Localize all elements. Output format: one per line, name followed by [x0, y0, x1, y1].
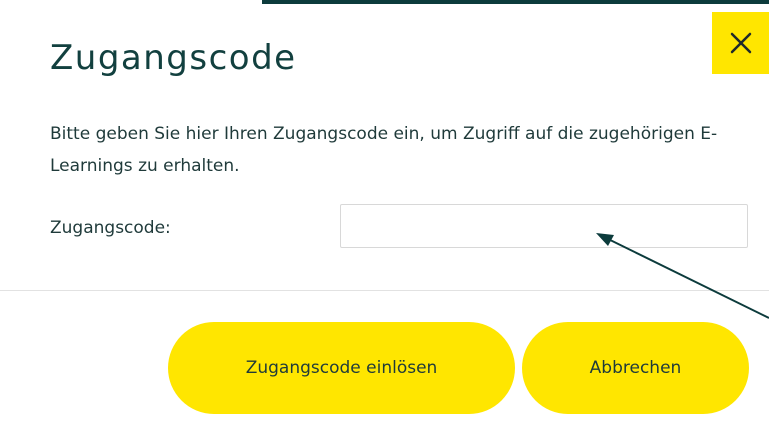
- cancel-button-label: Abbrechen: [589, 358, 682, 378]
- access-code-input[interactable]: [340, 204, 748, 248]
- dialog-description: Bitte geben Sie hier Ihren Zugangscode e…: [50, 124, 718, 176]
- close-button[interactable]: [712, 12, 769, 74]
- redeem-code-button-label: Zugangscode einlösen: [245, 358, 438, 378]
- dialog-title: Zugangscode: [50, 38, 297, 78]
- redeem-code-button[interactable]: Zugangscode einlösen: [168, 322, 515, 414]
- footer-divider: [0, 290, 769, 291]
- close-icon: [730, 32, 751, 54]
- access-code-dialog: Zugangscode Bitte geben Sie hier Ihren Z…: [0, 0, 769, 430]
- access-code-label: Zugangscode:: [50, 218, 171, 238]
- cancel-button[interactable]: Abbrechen: [522, 322, 749, 414]
- top-dark-strip: [262, 0, 769, 4]
